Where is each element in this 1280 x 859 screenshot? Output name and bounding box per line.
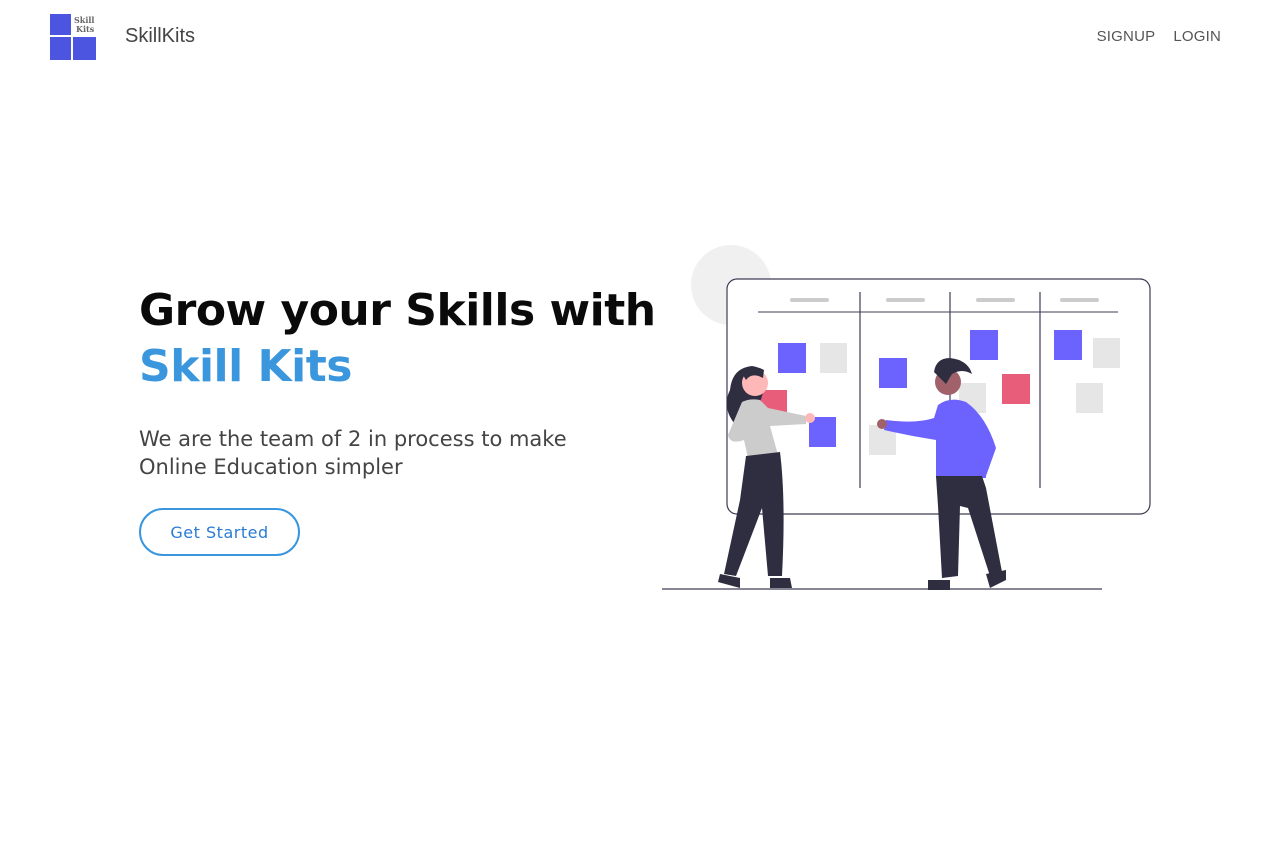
get-started-button[interactable]: Get Started	[139, 508, 300, 556]
column-heading	[976, 298, 1015, 302]
hero-subtitle: We are the team of 2 in process to make …	[139, 425, 609, 481]
hero-section: Grow your Skills with Skill Kits We are …	[139, 283, 659, 481]
sticky-note	[778, 343, 806, 373]
nav-links: SIGNUP LOGIN	[1097, 28, 1221, 45]
sticky-note	[970, 330, 998, 360]
brand-name[interactable]: SkillKits	[125, 25, 195, 48]
sticky-note	[820, 343, 847, 373]
sticky-note	[1076, 383, 1103, 413]
signup-link[interactable]: SIGNUP	[1097, 28, 1156, 45]
hero-title-line1: Grow your Skills with	[139, 285, 656, 336]
sticky-note	[1093, 338, 1120, 368]
login-link[interactable]: LOGIN	[1173, 28, 1221, 45]
column-heading	[886, 298, 925, 302]
navbar: Skill Kits SkillKits SIGNUP LOGIN	[0, 0, 1280, 75]
column-heading	[790, 298, 829, 302]
sticky-note	[1054, 330, 1082, 360]
hero-subtitle-line1: We are the team of 2 in process to make	[139, 427, 567, 451]
hero-subtitle-line2: Online Education simpler	[139, 455, 403, 479]
column-heading	[1060, 298, 1099, 302]
skillkits-logo: Skill Kits	[50, 14, 96, 60]
sticky-note	[879, 358, 907, 388]
hero-title-highlight: Skill Kits	[139, 341, 352, 392]
svg-text:Kits: Kits	[76, 24, 95, 34]
hero-title: Grow your Skills with Skill Kits	[139, 283, 659, 395]
sticky-note	[1002, 374, 1030, 404]
team-kanban-illustration	[662, 245, 1151, 590]
